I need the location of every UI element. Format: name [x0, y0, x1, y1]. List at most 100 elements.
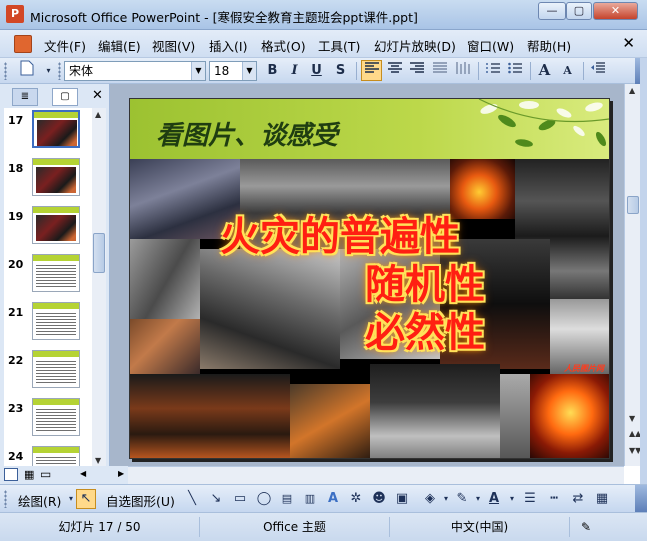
slide-thumbnail[interactable]: 24 — [4, 444, 92, 468]
slide-thumbnail[interactable]: 22 — [4, 348, 92, 396]
menu-slideshow[interactable]: 幻灯片放映(D) — [374, 36, 456, 55]
vertical-textbox-icon[interactable]: ▥ — [300, 489, 320, 509]
slide-title[interactable]: 看图片、谈感受 — [156, 115, 338, 152]
normal-view-icon[interactable] — [4, 468, 18, 481]
toolbar-grip[interactable] — [4, 62, 7, 80]
draw-menu-button[interactable]: 绘图(R) — [18, 491, 61, 510]
scroll-down-icon[interactable]: ▼ — [95, 456, 101, 465]
font-size-combo[interactable]: 18 ▼ — [209, 61, 257, 81]
menu-view[interactable]: 视图(V) — [152, 36, 195, 55]
slide-scrollbar[interactable]: ▲ ▼ ▲▲ ▼▼ — [624, 84, 641, 466]
slide-sorter-icon[interactable]: ▦ — [24, 468, 34, 481]
scroll-up-icon[interactable]: ▲ — [95, 110, 101, 119]
shadow-button[interactable]: S — [330, 60, 351, 81]
slide-heading-line3[interactable]: 必然性 — [365, 300, 485, 358]
oval-icon[interactable]: ◯ — [254, 489, 274, 509]
preview-header — [34, 112, 78, 118]
slide-thumbnail-list[interactable]: 17 18 19 20 21 22 23 24 — [4, 108, 92, 468]
document-close-icon[interactable]: ✕ — [622, 34, 635, 52]
dash-style-icon[interactable]: ┅ — [544, 489, 564, 509]
slide-preview[interactable] — [32, 302, 80, 340]
new-slide-icon[interactable] — [16, 60, 37, 81]
numbering-icon[interactable] — [482, 60, 503, 81]
slide-editing-area[interactable]: 看图片、谈感受 火灾的普遍性 随机性 必然性 人民图片网 — [110, 84, 624, 466]
slide-preview[interactable] — [32, 158, 80, 196]
slide-thumbnail[interactable]: 17 — [4, 108, 92, 156]
scroll-down-icon[interactable]: ▼ — [629, 414, 635, 423]
align-center-button[interactable] — [384, 60, 405, 81]
scroll-left-icon[interactable]: ◀ — [80, 469, 86, 478]
wordart-icon[interactable]: A — [323, 489, 343, 509]
font-name-combo[interactable]: 宋体 ▼ — [64, 61, 206, 81]
menu-window[interactable]: 窗口(W) — [467, 36, 514, 55]
italic-button[interactable]: I — [284, 60, 305, 81]
bullets-icon[interactable] — [504, 60, 525, 81]
toolbar-options-icon[interactable] — [635, 485, 647, 512]
slide-thumbnail[interactable]: 20 — [4, 252, 92, 300]
arrow-icon[interactable]: ↘ — [206, 489, 226, 509]
select-pointer-icon[interactable]: ↖ — [76, 489, 96, 509]
shadow-style-icon[interactable]: ▦ — [592, 489, 612, 509]
chevron-down-icon[interactable]: ▾ — [502, 489, 522, 509]
slide-thumbnail[interactable]: 18 — [4, 156, 92, 204]
powerpoint-icon[interactable]: P — [6, 5, 24, 23]
slide-preview[interactable] — [32, 206, 80, 244]
textbox-icon[interactable]: ▤ — [277, 489, 297, 509]
tab-outline[interactable]: ≣ — [12, 88, 38, 106]
distribute-icon[interactable] — [452, 60, 473, 81]
chevron-down-icon[interactable]: ▼ — [242, 62, 256, 80]
chevron-down-icon[interactable]: ▼ — [191, 62, 205, 80]
align-right-button[interactable] — [406, 60, 427, 81]
arrow-style-icon[interactable]: ⇄ — [568, 489, 588, 509]
line-style-icon[interactable]: ☰ — [520, 489, 540, 509]
decrease-indent-icon[interactable] — [587, 60, 608, 81]
picture-icon[interactable]: ▣ — [392, 489, 412, 509]
justify-button[interactable] — [429, 60, 450, 81]
tab-slides[interactable]: ▢ — [52, 88, 78, 106]
slide-preview[interactable] — [32, 446, 80, 468]
slide-preview[interactable] — [32, 110, 80, 148]
slide-thumbnail[interactable]: 23 — [4, 396, 92, 444]
underline-button[interactable]: U — [306, 60, 327, 81]
scroll-thumb[interactable] — [627, 196, 639, 214]
align-left-button[interactable] — [361, 60, 382, 81]
maximize-button[interactable]: ▢ — [566, 2, 592, 20]
document-icon[interactable] — [14, 35, 32, 53]
bold-button[interactable]: B — [262, 60, 283, 81]
spelling-icon[interactable]: ✎ — [570, 517, 602, 537]
toolbar-overflow-icon[interactable]: ▾ — [38, 60, 59, 81]
close-button[interactable]: ✕ — [593, 2, 638, 20]
panel-close-icon[interactable]: ✕ — [92, 88, 103, 103]
menu-edit[interactable]: 编辑(E) — [98, 36, 141, 55]
minimize-button[interactable]: — — [538, 2, 566, 20]
menu-tools[interactable]: 工具(T) — [318, 36, 360, 55]
scroll-up-icon[interactable]: ▲ — [629, 86, 635, 95]
slide-preview[interactable] — [32, 398, 80, 436]
menu-format[interactable]: 格式(O) — [261, 36, 306, 55]
toolbar-grip[interactable] — [4, 490, 7, 508]
font-color-icon[interactable]: A — [484, 489, 504, 509]
menu-bar: 文件(F) 编辑(E) 视图(V) 插入(I) 格式(O) 工具(T) 幻灯片放… — [0, 30, 647, 58]
slideshow-view-icon[interactable]: ▭ — [40, 467, 51, 481]
slide-thumbnail[interactable]: 21 — [4, 300, 92, 348]
line-icon[interactable]: ╲ — [182, 489, 202, 509]
slide-thumbnail[interactable]: 19 — [4, 204, 92, 252]
scroll-thumb[interactable] — [93, 233, 105, 273]
rectangle-icon[interactable]: ▭ — [230, 489, 250, 509]
autoshapes-menu-button[interactable]: 自选图形(U) — [106, 491, 175, 510]
menu-insert[interactable]: 插入(I) — [209, 36, 247, 55]
menu-file[interactable]: 文件(F) — [44, 36, 86, 55]
increase-font-button[interactable]: A — [534, 60, 555, 81]
decrease-font-button[interactable]: A — [557, 60, 578, 81]
slide-preview[interactable] — [32, 254, 80, 292]
photo-street — [500, 374, 530, 458]
toolbar-grip-2[interactable] — [58, 62, 61, 80]
slide-preview[interactable] — [32, 350, 80, 388]
menu-help[interactable]: 帮助(H) — [527, 36, 571, 55]
thumbnail-scrollbar[interactable]: ▲ ▼ — [92, 108, 106, 468]
clipart-icon[interactable]: ☻ — [369, 489, 389, 509]
diagram-icon[interactable]: ✲ — [346, 489, 366, 509]
scroll-right-icon[interactable]: ▶ — [118, 469, 124, 478]
slide-canvas[interactable]: 看图片、谈感受 火灾的普遍性 随机性 必然性 人民图片网 — [129, 98, 610, 459]
horizontal-scrollbar[interactable] — [128, 466, 624, 484]
